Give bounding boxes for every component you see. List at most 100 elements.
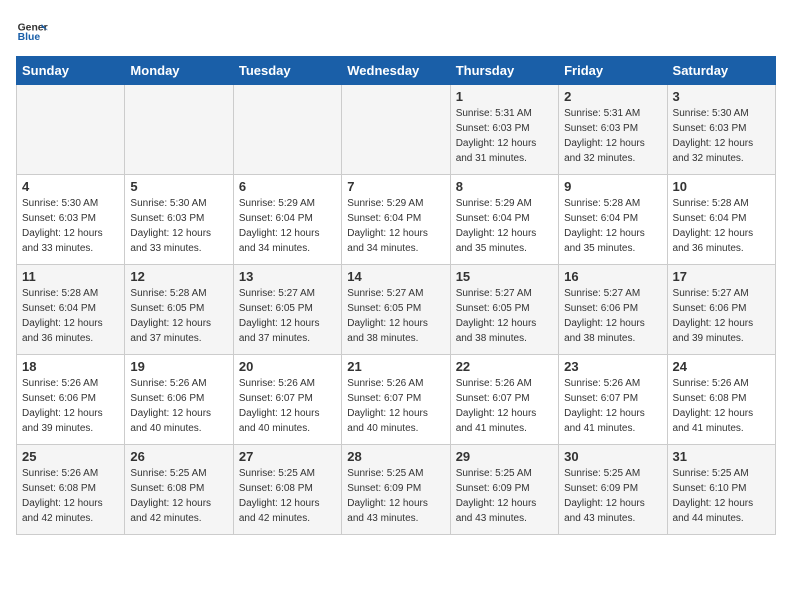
day-info: Sunrise: 5:28 AM Sunset: 6:04 PM Dayligh…	[22, 286, 119, 346]
day-number: 10	[673, 179, 770, 194]
calendar-cell: 7Sunrise: 5:29 AM Sunset: 6:04 PM Daylig…	[342, 175, 450, 265]
day-info: Sunrise: 5:25 AM Sunset: 6:09 PM Dayligh…	[347, 466, 444, 526]
week-row: 4 Sunrise: 5:30 AM Sunset: 6:03 PM Daylig…	[17, 175, 776, 265]
calendar-cell: 14Sunrise: 5:27 AM Sunset: 6:05 PM Dayli…	[342, 265, 450, 355]
day-number: 21	[347, 359, 444, 374]
day-info: Sunrise: 5:30 AM Sunset: 6:03 PM Dayligh…	[130, 196, 227, 256]
logo: General Blue	[16, 16, 48, 48]
calendar-cell: 25 Sunrise: 5:26 AM Sunset: 6:08 PM Dayli…	[17, 445, 125, 535]
calendar-cell	[125, 85, 233, 175]
day-number: 23	[564, 359, 661, 374]
day-number: 19	[130, 359, 227, 374]
day-info: Sunrise: 5:28 AM Sunset: 6:04 PM Dayligh…	[673, 196, 770, 256]
column-header-wednesday: Wednesday	[342, 57, 450, 85]
day-number: 5	[130, 179, 227, 194]
column-header-monday: Monday	[125, 57, 233, 85]
calendar-cell: 15Sunrise: 5:27 AM Sunset: 6:05 PM Dayli…	[450, 265, 558, 355]
calendar-cell: 3 Sunrise: 5:30 AM Sunset: 6:03 PM Daylig…	[667, 85, 775, 175]
calendar-cell	[342, 85, 450, 175]
day-info: Sunrise: 5:25 AM Sunset: 6:10 PM Dayligh…	[673, 466, 770, 526]
calendar-cell: 10 Sunrise: 5:28 AM Sunset: 6:04 PM Dayli…	[667, 175, 775, 265]
calendar-cell: 2Sunrise: 5:31 AM Sunset: 6:03 PM Daylig…	[559, 85, 667, 175]
day-info: Sunrise: 5:25 AM Sunset: 6:09 PM Dayligh…	[456, 466, 553, 526]
calendar-cell: 30Sunrise: 5:25 AM Sunset: 6:09 PM Dayli…	[559, 445, 667, 535]
day-number: 16	[564, 269, 661, 284]
day-number: 24	[673, 359, 770, 374]
header: General Blue	[16, 16, 776, 48]
calendar-cell: 29 Sunrise: 5:25 AM Sunset: 6:09 PM Dayli…	[450, 445, 558, 535]
day-number: 12	[130, 269, 227, 284]
day-info: Sunrise: 5:27 AM Sunset: 6:05 PM Dayligh…	[456, 286, 553, 346]
column-header-thursday: Thursday	[450, 57, 558, 85]
column-header-tuesday: Tuesday	[233, 57, 341, 85]
calendar-cell: 13 Sunrise: 5:27 AM Sunset: 6:05 PM Dayli…	[233, 265, 341, 355]
week-row: 25 Sunrise: 5:26 AM Sunset: 6:08 PM Dayli…	[17, 445, 776, 535]
day-number: 27	[239, 449, 336, 464]
header-row: SundayMondayTuesdayWednesdayThursdayFrid…	[17, 57, 776, 85]
calendar-cell: 31 Sunrise: 5:25 AM Sunset: 6:10 PM Dayli…	[667, 445, 775, 535]
day-number: 3	[673, 89, 770, 104]
calendar-cell: 24 Sunrise: 5:26 AM Sunset: 6:08 PM Dayli…	[667, 355, 775, 445]
day-info: Sunrise: 5:26 AM Sunset: 6:07 PM Dayligh…	[347, 376, 444, 436]
day-info: Sunrise: 5:29 AM Sunset: 6:04 PM Dayligh…	[239, 196, 336, 256]
day-info: Sunrise: 5:29 AM Sunset: 6:04 PM Dayligh…	[456, 196, 553, 256]
column-header-saturday: Saturday	[667, 57, 775, 85]
day-number: 17	[673, 269, 770, 284]
day-info: Sunrise: 5:26 AM Sunset: 6:07 PM Dayligh…	[564, 376, 661, 436]
day-info: Sunrise: 5:27 AM Sunset: 6:06 PM Dayligh…	[673, 286, 770, 346]
day-info: Sunrise: 5:30 AM Sunset: 6:03 PM Dayligh…	[673, 106, 770, 166]
day-number: 28	[347, 449, 444, 464]
day-info: Sunrise: 5:26 AM Sunset: 6:08 PM Dayligh…	[673, 376, 770, 436]
week-row: 11 Sunrise: 5:28 AM Sunset: 6:04 PM Dayli…	[17, 265, 776, 355]
day-info: Sunrise: 5:26 AM Sunset: 6:06 PM Dayligh…	[22, 376, 119, 436]
calendar-cell: 20 Sunrise: 5:26 AM Sunset: 6:07 PM Dayli…	[233, 355, 341, 445]
day-number: 11	[22, 269, 119, 284]
day-number: 31	[673, 449, 770, 464]
day-info: Sunrise: 5:25 AM Sunset: 6:09 PM Dayligh…	[564, 466, 661, 526]
week-row: 18 Sunrise: 5:26 AM Sunset: 6:06 PM Dayli…	[17, 355, 776, 445]
calendar-cell: 26Sunrise: 5:25 AM Sunset: 6:08 PM Dayli…	[125, 445, 233, 535]
day-number: 13	[239, 269, 336, 284]
day-info: Sunrise: 5:27 AM Sunset: 6:06 PM Dayligh…	[564, 286, 661, 346]
day-number: 22	[456, 359, 553, 374]
calendar-cell: 11 Sunrise: 5:28 AM Sunset: 6:04 PM Dayli…	[17, 265, 125, 355]
day-number: 25	[22, 449, 119, 464]
day-number: 29	[456, 449, 553, 464]
day-number: 8	[456, 179, 553, 194]
calendar-cell: 23 Sunrise: 5:26 AM Sunset: 6:07 PM Dayli…	[559, 355, 667, 445]
logo-icon: General Blue	[16, 16, 48, 48]
day-info: Sunrise: 5:28 AM Sunset: 6:05 PM Dayligh…	[130, 286, 227, 346]
day-info: Sunrise: 5:28 AM Sunset: 6:04 PM Dayligh…	[564, 196, 661, 256]
day-info: Sunrise: 5:29 AM Sunset: 6:04 PM Dayligh…	[347, 196, 444, 256]
calendar-cell	[17, 85, 125, 175]
calendar-cell: 21 Sunrise: 5:26 AM Sunset: 6:07 PM Dayli…	[342, 355, 450, 445]
day-info: Sunrise: 5:27 AM Sunset: 6:05 PM Dayligh…	[239, 286, 336, 346]
column-header-friday: Friday	[559, 57, 667, 85]
day-info: Sunrise: 5:30 AM Sunset: 6:03 PM Dayligh…	[22, 196, 119, 256]
calendar-cell: 16 Sunrise: 5:27 AM Sunset: 6:06 PM Dayli…	[559, 265, 667, 355]
day-info: Sunrise: 5:27 AM Sunset: 6:05 PM Dayligh…	[347, 286, 444, 346]
calendar-cell: 19 Sunrise: 5:26 AM Sunset: 6:06 PM Dayli…	[125, 355, 233, 445]
calendar-cell: 12 Sunrise: 5:28 AM Sunset: 6:05 PM Dayli…	[125, 265, 233, 355]
calendar-cell: 27Sunrise: 5:25 AM Sunset: 6:08 PM Dayli…	[233, 445, 341, 535]
calendar-table: SundayMondayTuesdayWednesdayThursdayFrid…	[16, 56, 776, 535]
calendar-cell: 8 Sunrise: 5:29 AM Sunset: 6:04 PM Daylig…	[450, 175, 558, 265]
calendar-cell: 28 Sunrise: 5:25 AM Sunset: 6:09 PM Dayli…	[342, 445, 450, 535]
day-number: 4	[22, 179, 119, 194]
calendar-cell: 6 Sunrise: 5:29 AM Sunset: 6:04 PM Daylig…	[233, 175, 341, 265]
day-number: 18	[22, 359, 119, 374]
calendar-cell: 5 Sunrise: 5:30 AM Sunset: 6:03 PM Daylig…	[125, 175, 233, 265]
calendar-cell: 22 Sunrise: 5:26 AM Sunset: 6:07 PM Dayli…	[450, 355, 558, 445]
day-info: Sunrise: 5:26 AM Sunset: 6:08 PM Dayligh…	[22, 466, 119, 526]
day-info: Sunrise: 5:26 AM Sunset: 6:07 PM Dayligh…	[239, 376, 336, 436]
calendar-cell: 1Sunrise: 5:31 AM Sunset: 6:03 PM Daylig…	[450, 85, 558, 175]
day-info: Sunrise: 5:25 AM Sunset: 6:08 PM Dayligh…	[130, 466, 227, 526]
day-number: 2	[564, 89, 661, 104]
day-info: Sunrise: 5:26 AM Sunset: 6:07 PM Dayligh…	[456, 376, 553, 436]
column-header-sunday: Sunday	[17, 57, 125, 85]
week-row: 1Sunrise: 5:31 AM Sunset: 6:03 PM Daylig…	[17, 85, 776, 175]
day-number: 6	[239, 179, 336, 194]
calendar-cell: 9Sunrise: 5:28 AM Sunset: 6:04 PM Daylig…	[559, 175, 667, 265]
day-number: 20	[239, 359, 336, 374]
day-info: Sunrise: 5:26 AM Sunset: 6:06 PM Dayligh…	[130, 376, 227, 436]
